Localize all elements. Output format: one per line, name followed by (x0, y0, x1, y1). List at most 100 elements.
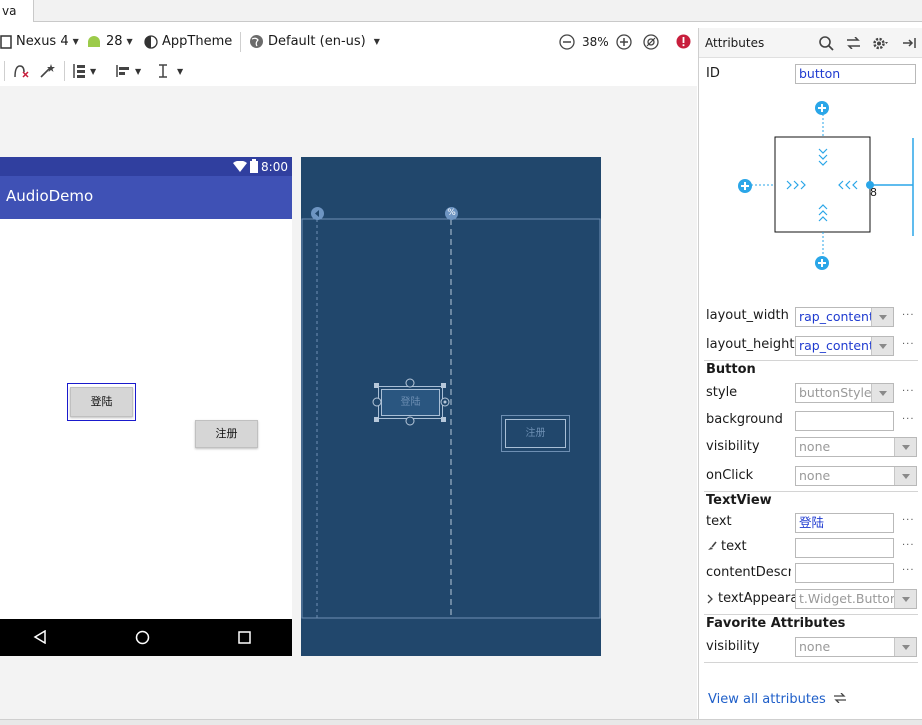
align-button[interactable]: ▼ (115, 58, 141, 84)
zoom-out-icon (559, 33, 575, 50)
divider (704, 360, 918, 361)
chevron-down-icon (894, 438, 916, 456)
gear-icon[interactable] (872, 36, 888, 51)
tools-text-field[interactable] (795, 538, 894, 558)
visibility-dropdown[interactable]: none (795, 437, 917, 457)
app-bar: AudioDemo (0, 176, 292, 219)
chevron-down-icon (894, 467, 916, 485)
id-value: button (799, 66, 841, 81)
zoom-in-button[interactable] (616, 28, 632, 55)
id-field[interactable]: button (795, 64, 916, 84)
add-top-constraint-button[interactable] (814, 100, 830, 120)
home-icon[interactable] (135, 630, 150, 645)
text-appearance-dropdown[interactable]: t.Widget.Button (795, 589, 917, 609)
chevron-down-icon: ▼ (135, 66, 142, 76)
tools-text-label: text (721, 539, 747, 554)
constraint-widget[interactable] (699, 90, 922, 280)
text-value: 登陆 (799, 515, 825, 530)
clear-constraints-icon (14, 65, 29, 78)
guideline-handle-percent[interactable]: % (445, 207, 458, 220)
clear-constraints-button[interactable] (12, 58, 30, 84)
style-more-button[interactable]: ··· (902, 386, 915, 397)
chevron-down-icon (894, 638, 916, 656)
resize-handles[interactable] (371, 377, 456, 427)
blueprint-register-label: 注册 (525, 428, 546, 439)
blueprint-surface[interactable]: % 登陆 注册 (301, 157, 601, 656)
locale-label: Default (en-us) (268, 34, 366, 49)
guidelines-button[interactable]: ▼ (157, 58, 183, 84)
plus-circle-icon (815, 101, 829, 115)
zoom-fit-button[interactable] (643, 28, 659, 55)
theme-selector[interactable]: AppTheme (144, 28, 232, 55)
swap-icon[interactable] (846, 37, 861, 49)
pack-icon (73, 64, 85, 78)
globe-icon (250, 35, 263, 48)
background-field[interactable] (795, 411, 894, 431)
right-margin-value[interactable]: 8 (870, 186, 877, 199)
onclick-dropdown[interactable]: none (795, 466, 917, 486)
zoom-out-button[interactable] (559, 28, 575, 55)
theme-icon (144, 34, 158, 49)
api-level-selector[interactable]: 28 ▼ (86, 28, 133, 55)
infer-constraints-button[interactable] (39, 58, 55, 84)
fav-visibility-dropdown[interactable]: none (795, 637, 917, 657)
add-bottom-constraint-button[interactable] (814, 255, 830, 275)
guideline-handle-left[interactable] (311, 207, 324, 220)
content-description-field[interactable] (795, 563, 894, 583)
bottom-status-strip (0, 719, 922, 725)
register-button-label: 注册 (215, 427, 238, 440)
error-indicator[interactable] (676, 28, 691, 55)
editor-tab-label: va (2, 4, 17, 18)
zoom-level: 38% (582, 28, 609, 55)
layout-width-more-button[interactable]: ··· (902, 310, 915, 321)
hide-panel-icon[interactable] (902, 36, 917, 50)
editor-tab-java[interactable]: va (0, 0, 34, 22)
layout-height-dropdown[interactable]: rap_content (795, 336, 894, 356)
wifi-icon (233, 161, 247, 172)
visibility-label: visibility (706, 439, 760, 454)
content-description-label: contentDescrip (706, 565, 791, 580)
add-left-constraint-button[interactable] (737, 178, 753, 198)
navigation-bar (0, 619, 292, 656)
divider (704, 662, 918, 663)
search-icon[interactable] (819, 36, 834, 51)
blueprint-register-button[interactable]: 注册 (501, 415, 570, 452)
brush-icon (708, 541, 717, 550)
recents-icon[interactable] (238, 631, 251, 644)
visibility-value: none (799, 439, 831, 454)
layout-width-dropdown[interactable]: rap_content (795, 307, 894, 327)
magic-wand-icon (40, 64, 55, 78)
text-appearance-value: t.Widget.Button (799, 591, 898, 606)
login-button-label: 登陆 (90, 395, 113, 408)
tools-text-more-button[interactable]: ··· (902, 540, 915, 551)
layout-height-label: layout_height (706, 337, 795, 352)
background-label: background (706, 412, 783, 427)
tab-scroll-arrow[interactable] (4, 4, 5, 5)
chevron-right-icon[interactable] (706, 594, 714, 604)
design-surface[interactable]: 8:00 AudioDemo 登陆 注册 (0, 157, 292, 656)
content-description-more-button[interactable]: ··· (902, 565, 915, 576)
text-more-button[interactable]: ··· (902, 515, 915, 526)
device-selector[interactable]: Nexus 4 ▼ (0, 28, 79, 55)
status-time: 8:00 (261, 160, 288, 174)
background-more-button[interactable]: ··· (902, 414, 915, 425)
login-button[interactable]: 登陆 (70, 387, 133, 417)
register-button[interactable]: 注册 (195, 420, 258, 448)
style-dropdown[interactable]: buttonStyle (795, 383, 894, 403)
chevron-down-icon: ▼ (177, 66, 184, 76)
theme-label: AppTheme (162, 34, 233, 49)
chevron-down-icon (871, 337, 893, 355)
back-icon[interactable] (33, 630, 47, 644)
device-label: Nexus 4 (16, 34, 69, 49)
pack-button[interactable]: ▼ (72, 58, 96, 84)
locale-selector[interactable]: Default (en-us) ▼ (249, 28, 380, 55)
chevron-down-icon (894, 590, 916, 608)
swap-icon (833, 692, 846, 704)
layout-height-more-button[interactable]: ··· (902, 339, 915, 350)
blueprint-register-label-box: 注册 (505, 419, 566, 448)
chevron-down-icon (871, 308, 893, 326)
divider (704, 491, 918, 492)
fav-visibility-value: none (799, 639, 831, 654)
view-all-attributes-link[interactable]: View all attributes (708, 692, 847, 707)
text-field[interactable]: 登陆 (795, 513, 894, 533)
